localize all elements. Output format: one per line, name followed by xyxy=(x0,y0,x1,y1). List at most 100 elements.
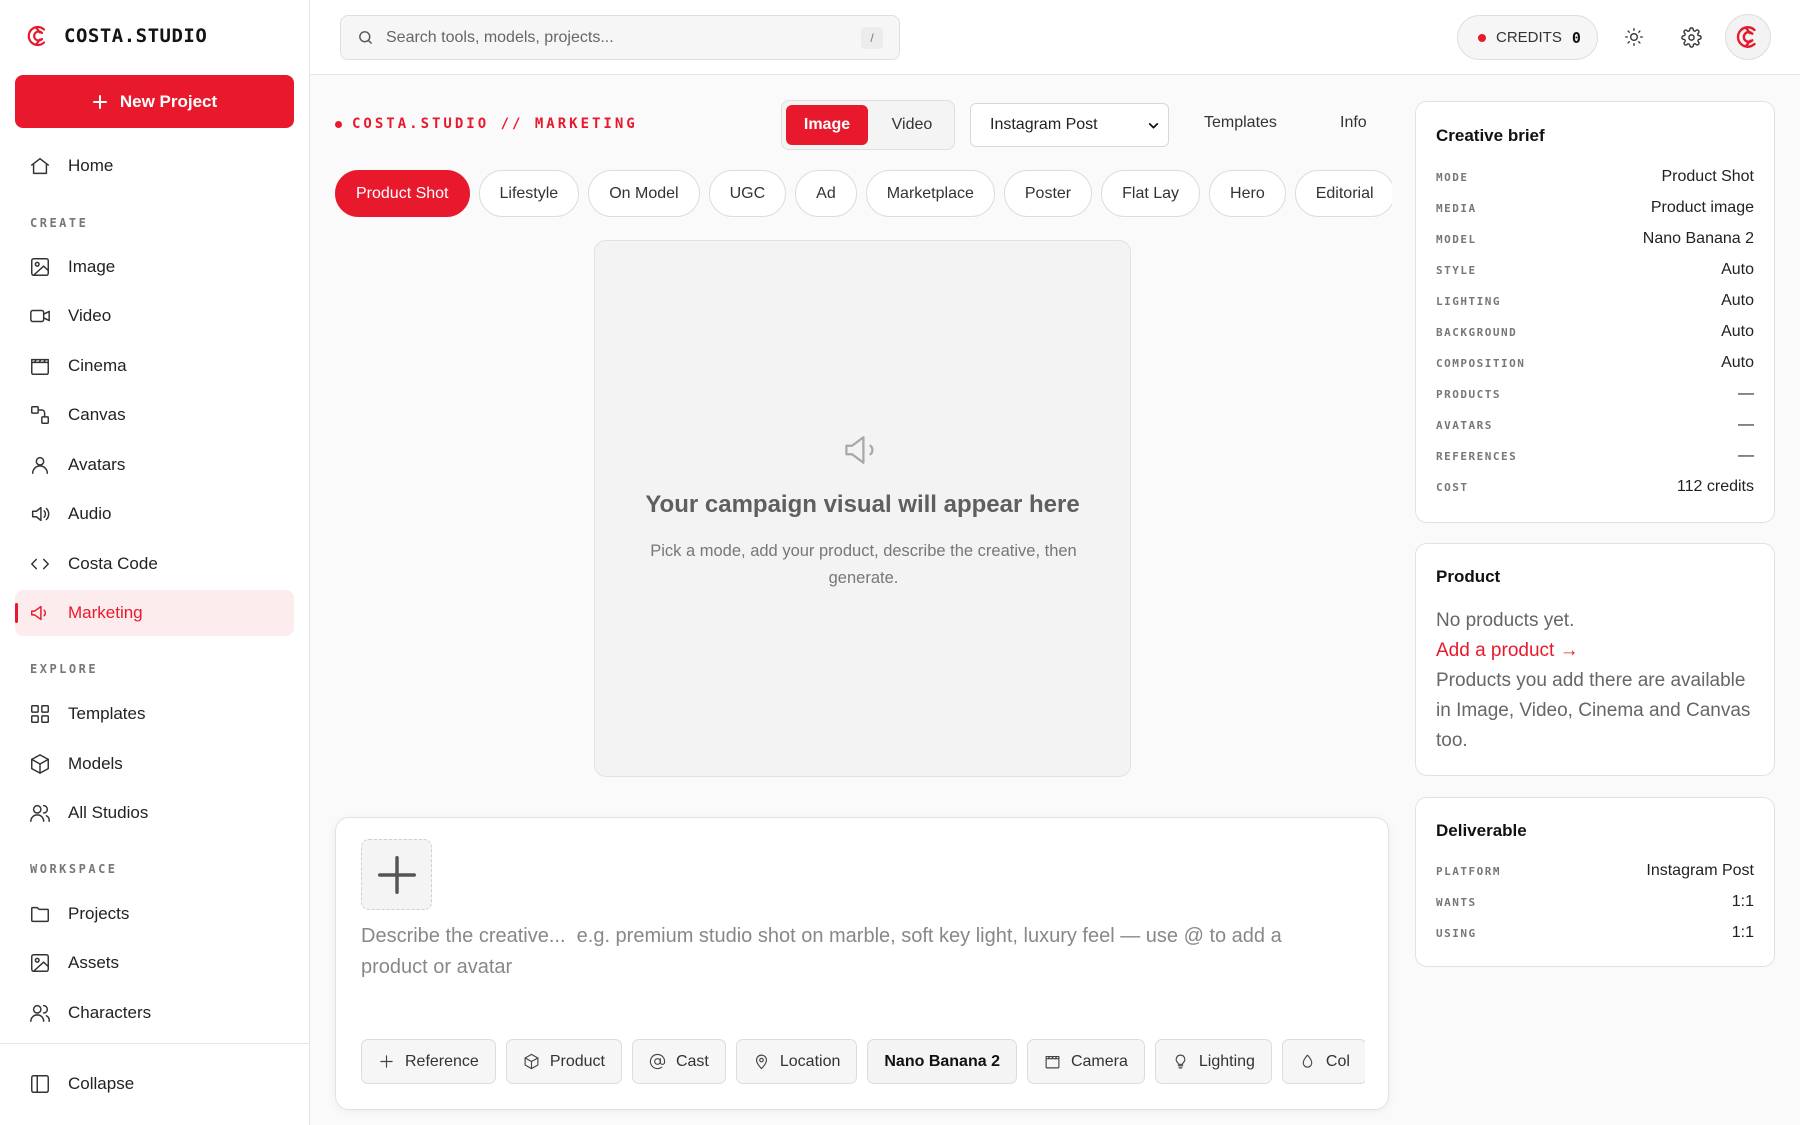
user-avatar-button[interactable] xyxy=(1725,14,1771,60)
brief-row: AVATARS — xyxy=(1436,416,1754,434)
mode-chip-editorial[interactable]: Editorial xyxy=(1294,170,1392,217)
sidebar-item-assets[interactable]: Assets xyxy=(15,940,294,986)
sidebar-item-canvas[interactable]: Canvas xyxy=(15,392,294,438)
brand[interactable]: COSTA.STUDIO xyxy=(26,20,207,52)
lighting-button[interactable]: Lighting xyxy=(1154,1039,1272,1084)
at-sign-icon xyxy=(649,1053,666,1070)
sidebar-item-label: Cinema xyxy=(68,356,127,375)
preview-subtitle: Pick a mode, add your product, describe … xyxy=(650,542,1077,587)
brand-name: COSTA.STUDIO xyxy=(64,25,208,47)
brief-value: — xyxy=(1738,385,1754,402)
sidebar-item-label: Costa Code xyxy=(68,554,158,573)
theme-toggle-button[interactable] xyxy=(1614,17,1654,57)
cast-button[interactable]: Cast xyxy=(631,1039,726,1084)
breadcrumb-dot xyxy=(335,120,342,128)
tool-label: Camera xyxy=(1070,1052,1128,1070)
reference-button[interactable]: Reference xyxy=(361,1039,496,1084)
info-link[interactable]: Info xyxy=(1340,114,1367,132)
sidebar-item-characters[interactable]: Characters xyxy=(15,990,294,1036)
media-toggle-image[interactable]: Image xyxy=(786,105,868,145)
sidebar-item-templates[interactable]: Templates xyxy=(15,691,294,737)
panel-title: Deliverable xyxy=(1436,821,1527,840)
sidebar-item-models[interactable]: Models xyxy=(15,741,294,787)
mode-chip-hero[interactable]: Hero xyxy=(1209,170,1286,217)
sidebar-item-video[interactable]: Video xyxy=(15,293,294,339)
sidebar-item-image[interactable]: Image xyxy=(15,244,294,290)
new-project-button[interactable]: New Project xyxy=(15,75,294,128)
sidebar-item-cinema[interactable]: Cinema xyxy=(15,343,294,389)
brief-row: LIGHTING Auto xyxy=(1436,292,1754,310)
brief-value: Product Shot xyxy=(1661,168,1755,185)
droplet-icon xyxy=(1299,1053,1316,1070)
product-panel: Product No products yet. Add a product →… xyxy=(1415,543,1775,776)
brief-value: Product image xyxy=(1650,199,1754,216)
users-icon xyxy=(29,802,51,824)
add-product-link[interactable]: Add a product → xyxy=(1436,636,1761,666)
mode-chip-flat-lay[interactable]: Flat Lay xyxy=(1101,170,1201,217)
prompt-input[interactable] xyxy=(361,921,1351,991)
sidebar-item-label: Audio xyxy=(68,504,112,523)
tool-label: Product xyxy=(549,1052,605,1070)
costa-logo-icon xyxy=(1735,24,1761,50)
cube-icon xyxy=(523,1053,540,1070)
cube-icon xyxy=(29,753,51,775)
mode-chip-lifestyle[interactable]: Lifestyle xyxy=(478,170,580,217)
sidebar-item-marketing[interactable]: Marketing xyxy=(15,590,294,636)
brief-row: MODEL Nano Banana 2 xyxy=(1436,230,1754,248)
brief-value: Auto xyxy=(1721,323,1754,340)
mode-chip-on-model[interactable]: On Model xyxy=(588,170,700,217)
sidebar-item-home[interactable]: Home xyxy=(15,143,294,189)
sidebar-item-all-studios[interactable]: All Studios xyxy=(15,790,294,836)
brief-key: MODE xyxy=(1436,170,1469,184)
lightbulb-icon xyxy=(1172,1053,1189,1070)
credits-badge[interactable]: CREDITS 0 xyxy=(1457,15,1598,60)
map-pin-icon xyxy=(753,1053,770,1070)
clapperboard-icon xyxy=(1044,1053,1061,1070)
media-toggle-video[interactable]: Video xyxy=(874,105,950,145)
camera-button[interactable]: Camera xyxy=(1026,1039,1145,1084)
add-media-button[interactable] xyxy=(361,839,432,910)
deliverable-row: USING 1:1 xyxy=(1436,924,1754,942)
brief-key: LIGHTING xyxy=(1436,294,1501,308)
format-select[interactable]: Instagram Post xyxy=(970,103,1169,147)
sidebar-item-label: Projects xyxy=(68,904,130,923)
search-input[interactable] xyxy=(386,28,836,47)
brief-row: STYLE Auto xyxy=(1436,261,1754,279)
brief-key: BACKGROUND xyxy=(1436,325,1518,339)
brief-row: REFERENCES — xyxy=(1436,447,1754,465)
breadcrumb-text: COSTA.STUDIO // MARKETING xyxy=(352,116,638,132)
sidebar-item-label: All Studios xyxy=(68,803,149,822)
search-box[interactable]: / xyxy=(340,15,900,60)
product-button[interactable]: Product xyxy=(505,1039,622,1084)
section-label-workspace: WORKSPACE xyxy=(30,862,118,876)
costa-logo-icon xyxy=(26,24,50,48)
grid-icon xyxy=(29,703,51,725)
deliverable-panel: Deliverable PLATFORM Instagram Post WANTS… xyxy=(1415,797,1775,967)
deliverable-value: Instagram Post xyxy=(1646,862,1754,879)
sidebar-item-avatars[interactable]: Avatars xyxy=(15,442,294,488)
templates-link[interactable]: Templates xyxy=(1204,114,1277,132)
brief-key: COMPOSITION xyxy=(1436,356,1526,370)
sidebar-item-projects[interactable]: Projects xyxy=(15,891,294,937)
brief-row: MODE Product Shot xyxy=(1436,168,1754,186)
model-select-button[interactable]: Nano Banana 2 xyxy=(867,1039,1017,1084)
mode-chip-poster[interactable]: Poster xyxy=(1003,170,1093,217)
brief-value: Auto xyxy=(1721,354,1754,371)
settings-button[interactable] xyxy=(1671,17,1711,57)
sidebar-item-audio[interactable]: Audio xyxy=(15,491,294,537)
mode-chip-ugc[interactable]: UGC xyxy=(708,170,787,217)
brief-key: COST xyxy=(1436,480,1469,494)
location-button[interactable]: Location xyxy=(735,1039,858,1084)
mode-chip-marketplace[interactable]: Marketplace xyxy=(865,170,995,217)
collapse-button[interactable]: Collapse xyxy=(15,1061,294,1107)
color-button[interactable]: Col xyxy=(1281,1039,1365,1084)
sidebar-item-label: Assets xyxy=(68,953,120,972)
mode-chip-ad[interactable]: Ad xyxy=(795,170,857,217)
search-icon xyxy=(357,29,374,46)
credits-label: CREDITS xyxy=(1496,29,1562,46)
sidebar-item-label: Home xyxy=(68,156,114,175)
brief-row: PRODUCTS — xyxy=(1436,385,1754,403)
sidebar-item-costa-code[interactable]: Costa Code xyxy=(15,541,294,587)
mode-chip-product-shot[interactable]: Product Shot xyxy=(335,170,470,217)
megaphone-icon xyxy=(29,602,51,624)
